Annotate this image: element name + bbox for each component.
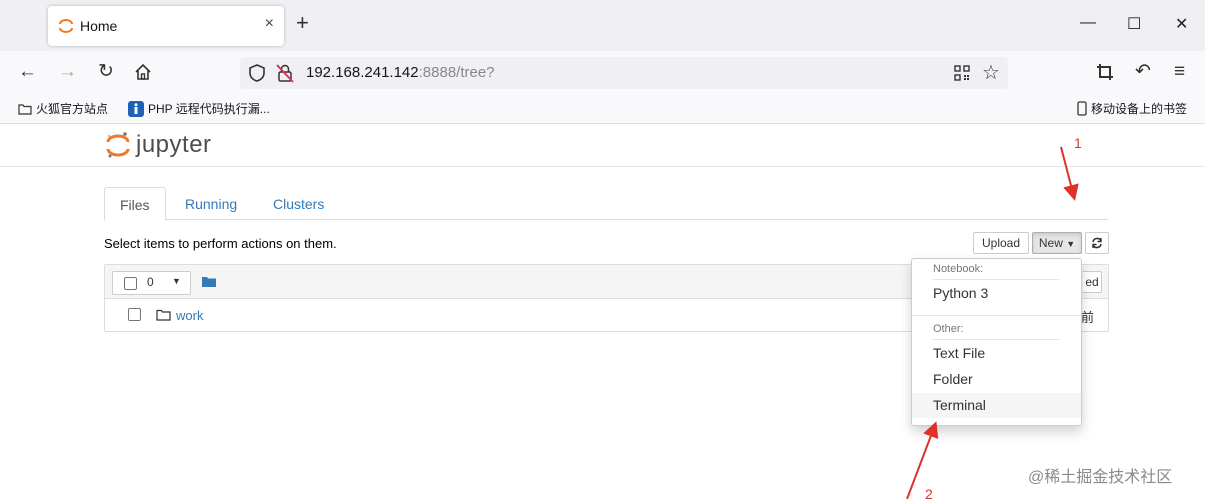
annotation-label-2: 2 <box>925 486 933 502</box>
watermark: @稀土掘金技术社区 <box>1028 469 1173 486</box>
annotation-arrows-layer <box>906 146 1079 499</box>
annotation-arrow-1 <box>1060 146 1079 201</box>
annotation-label-1: 1 <box>1074 135 1082 151</box>
